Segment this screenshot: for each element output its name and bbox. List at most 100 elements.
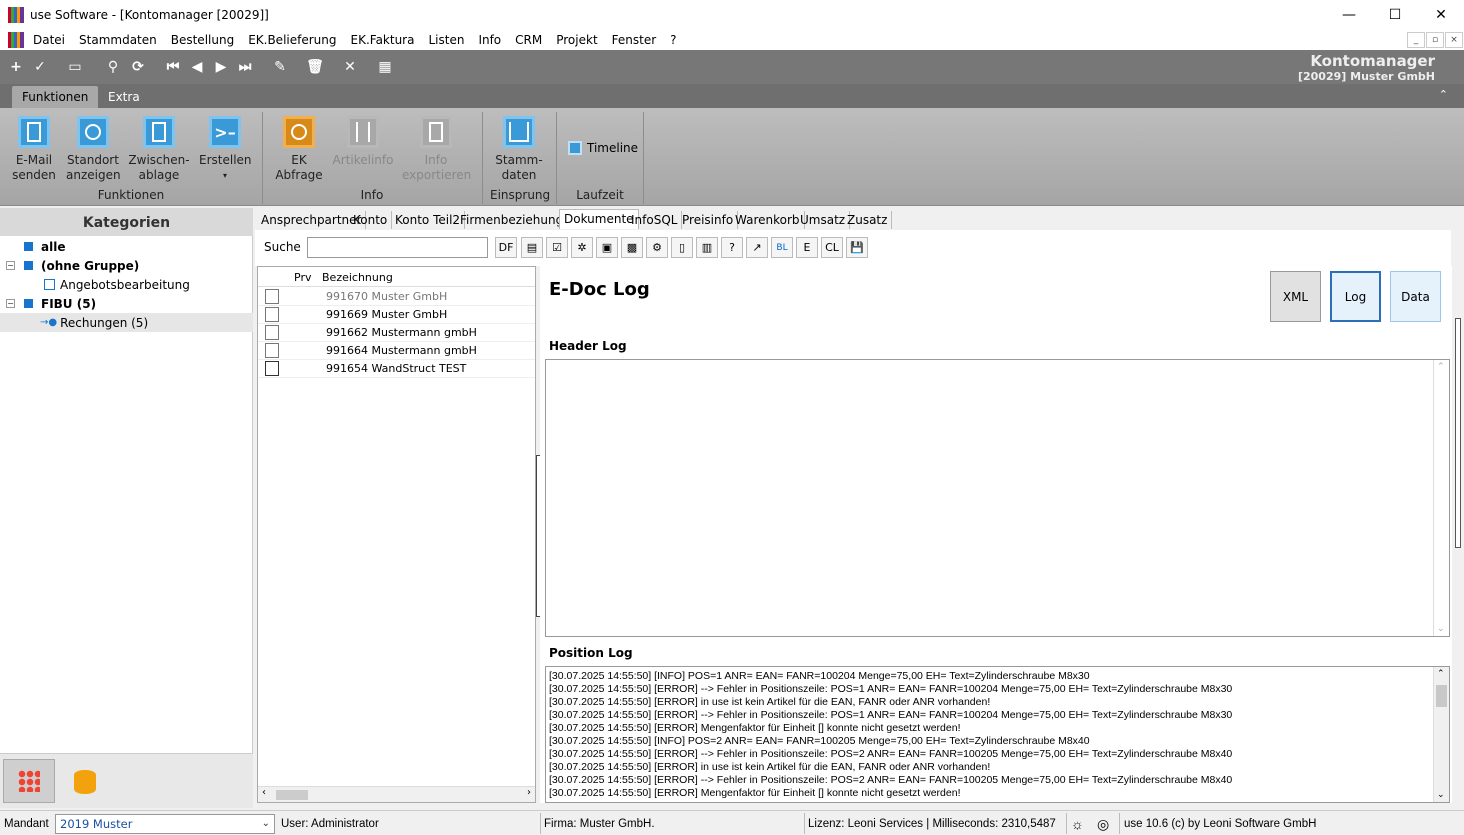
tree-item-ohne-gruppe[interactable]: (ohne Gruppe) [24, 256, 139, 275]
menu-fenster[interactable]: Fenster [605, 33, 664, 47]
cl-button[interactable]: CL [821, 237, 843, 258]
scroll-up-icon[interactable]: ⌃ [1437, 362, 1445, 372]
minimize-button[interactable]: — [1326, 0, 1372, 30]
email-senden-button[interactable]: E-Mail senden [10, 116, 58, 183]
collapse-ribbon-icon[interactable]: ⌃ [1439, 88, 1448, 101]
doc-check-icon[interactable]: ☑ [546, 237, 568, 258]
artikelinfo-button[interactable]: Artikelinfo [332, 116, 394, 168]
tab-zusatz[interactable]: Zusatz [843, 211, 893, 230]
delete-icon[interactable]: 🗑 [306, 58, 324, 76]
collapse-icon[interactable]: − [6, 299, 15, 308]
search-icon[interactable]: ⚲ [104, 58, 122, 76]
grid-icon[interactable]: ▦ [376, 58, 394, 76]
mdi-restore-icon[interactable]: ▫ [1426, 32, 1444, 48]
collapse-icon[interactable]: − [6, 261, 15, 270]
standort-anzeigen-button[interactable]: Standort anzeigen [66, 116, 121, 183]
mdi-minimize-icon[interactable]: _ [1407, 32, 1425, 48]
scroll-thumb[interactable] [276, 790, 308, 800]
stammdaten-button[interactable]: Stamm- daten [493, 116, 545, 183]
horizontal-scrollbar[interactable]: ‹ › [258, 786, 535, 802]
close-button[interactable]: ✕ [1418, 0, 1464, 30]
scroll-up-icon[interactable]: ⌃ [1437, 669, 1445, 679]
add-icon[interactable]: + [7, 58, 25, 76]
database-icon[interactable] [74, 770, 96, 794]
chart-icon[interactable]: ▥ [696, 237, 718, 258]
menu-ek-belieferung[interactable]: EK.Belieferung [241, 33, 343, 47]
scroll-right-icon[interactable]: › [527, 787, 531, 798]
next-record-icon[interactable]: ▶ [212, 58, 230, 76]
menu-help[interactable]: ? [663, 33, 683, 47]
prev-record-icon[interactable]: ◀ [188, 58, 206, 76]
zwischenablage-button[interactable]: Zwischen- ablage [128, 116, 190, 183]
ek-abfrage-button[interactable]: EK Abfrage [274, 116, 324, 183]
last-record-icon[interactable]: ⏭ [236, 58, 254, 76]
info-exportieren-button[interactable]: Info exportieren [402, 116, 471, 183]
scroll-down-icon[interactable]: ⌄ [1437, 624, 1445, 634]
app-menu-icon[interactable] [8, 32, 24, 48]
help-doc-icon[interactable]: ? [721, 237, 743, 258]
tree-item-fibu[interactable]: FIBU (5) [24, 294, 96, 313]
vertical-scrollbar[interactable]: ⌃ ⌄ [1433, 667, 1449, 802]
apps-grid-icon[interactable] [3, 759, 55, 803]
print-icon[interactable]: ▭ [66, 58, 84, 76]
right-splitter[interactable] [1455, 318, 1461, 548]
maximize-button[interactable]: ☐ [1372, 0, 1418, 30]
open-link-icon[interactable]: ↗ [746, 237, 768, 258]
sun-icon[interactable]: ☼ [1071, 814, 1084, 834]
edit-icon[interactable]: ✎ [271, 58, 289, 76]
tab-funktionen[interactable]: Funktionen [12, 86, 99, 108]
list-item[interactable]: 991662 Mustermann gmbH [258, 324, 535, 342]
menu-datei[interactable]: Datei [26, 33, 72, 47]
menu-crm[interactable]: CRM [508, 33, 549, 47]
tab-konto[interactable]: Konto [349, 211, 393, 230]
tab-preisinfo[interactable]: Preisinfo [678, 211, 739, 230]
first-record-icon[interactable]: ⏮ [164, 58, 182, 76]
erstellen-button[interactable]: >– Erstellen ▾ [199, 116, 252, 183]
tab-konto-teil2[interactable]: Konto Teil2 [391, 211, 466, 230]
tab-infosql[interactable]: InfoSQL [627, 211, 683, 230]
scroll-down-icon[interactable]: ⌄ [1437, 790, 1445, 800]
list-item[interactable]: 991664 Mustermann gmbH [258, 342, 535, 360]
scroll-thumb[interactable] [1436, 685, 1447, 707]
bl-icon[interactable]: BL [771, 237, 793, 258]
search-input[interactable] [307, 237, 488, 258]
tree-item-rechungen[interactable]: →● Rechungen (5) [0, 313, 253, 332]
page-icon[interactable]: ▯ [671, 237, 693, 258]
tree-item-alle[interactable]: alle [24, 237, 65, 256]
cancel-icon[interactable]: ✕ [341, 58, 359, 76]
column-bezeichnung[interactable]: Bezeichnung [322, 271, 393, 284]
menu-stammdaten[interactable]: Stammdaten [72, 33, 164, 47]
df-button[interactable]: DF [495, 237, 517, 258]
tab-extra[interactable]: Extra [98, 86, 150, 108]
image-icon[interactable]: ▣ [596, 237, 618, 258]
list-item[interactable]: 991669 Muster GmbH [258, 306, 535, 324]
menu-bestellung[interactable]: Bestellung [164, 33, 241, 47]
chevron-down-icon[interactable]: ⌄ [262, 815, 270, 833]
vertical-scrollbar[interactable]: ⌃ ⌄ [1433, 360, 1449, 636]
mdi-close-icon[interactable]: × [1445, 32, 1463, 48]
save-icon[interactable]: 💾 [846, 237, 868, 258]
header-log-textarea[interactable]: ⌃ ⌄ [545, 359, 1450, 637]
check-icon[interactable]: ✓ [31, 58, 49, 76]
menu-projekt[interactable]: Projekt [549, 33, 604, 47]
gears-icon[interactable]: ⚙ [646, 237, 668, 258]
xml-button[interactable]: XML [1270, 271, 1321, 322]
position-log-textarea[interactable]: [30.07.2025 14:55:50] [INFO] POS=1 ANR= … [545, 666, 1450, 803]
tab-umsatz[interactable]: Umsatz [796, 211, 851, 230]
doc-search-icon[interactable]: ▤ [521, 237, 543, 258]
fingerprint-icon[interactable]: ◎ [1097, 814, 1109, 834]
scan-icon[interactable]: ▩ [621, 237, 643, 258]
list-item[interactable]: 991670 Muster GmbH [258, 288, 535, 306]
tree-item-angebotsbearbeitung[interactable]: Angebotsbearbeitung [44, 275, 190, 294]
tab-warenkorb[interactable]: Warenkorb [731, 211, 805, 230]
menu-info[interactable]: Info [471, 33, 508, 47]
list-item[interactable]: 991654 WandStruct TEST [258, 360, 535, 378]
log-button[interactable]: Log [1330, 271, 1381, 322]
e-button[interactable]: E [796, 237, 818, 258]
column-prv[interactable]: Prv [294, 271, 311, 284]
timeline-checkbox[interactable]: Timeline [568, 141, 638, 155]
mandant-select[interactable]: 2019 Muster ⌄ [55, 814, 275, 834]
new-doc-icon[interactable]: ✲ [571, 237, 593, 258]
scroll-left-icon[interactable]: ‹ [262, 787, 266, 798]
refresh-icon[interactable]: ⟳ [129, 58, 147, 76]
